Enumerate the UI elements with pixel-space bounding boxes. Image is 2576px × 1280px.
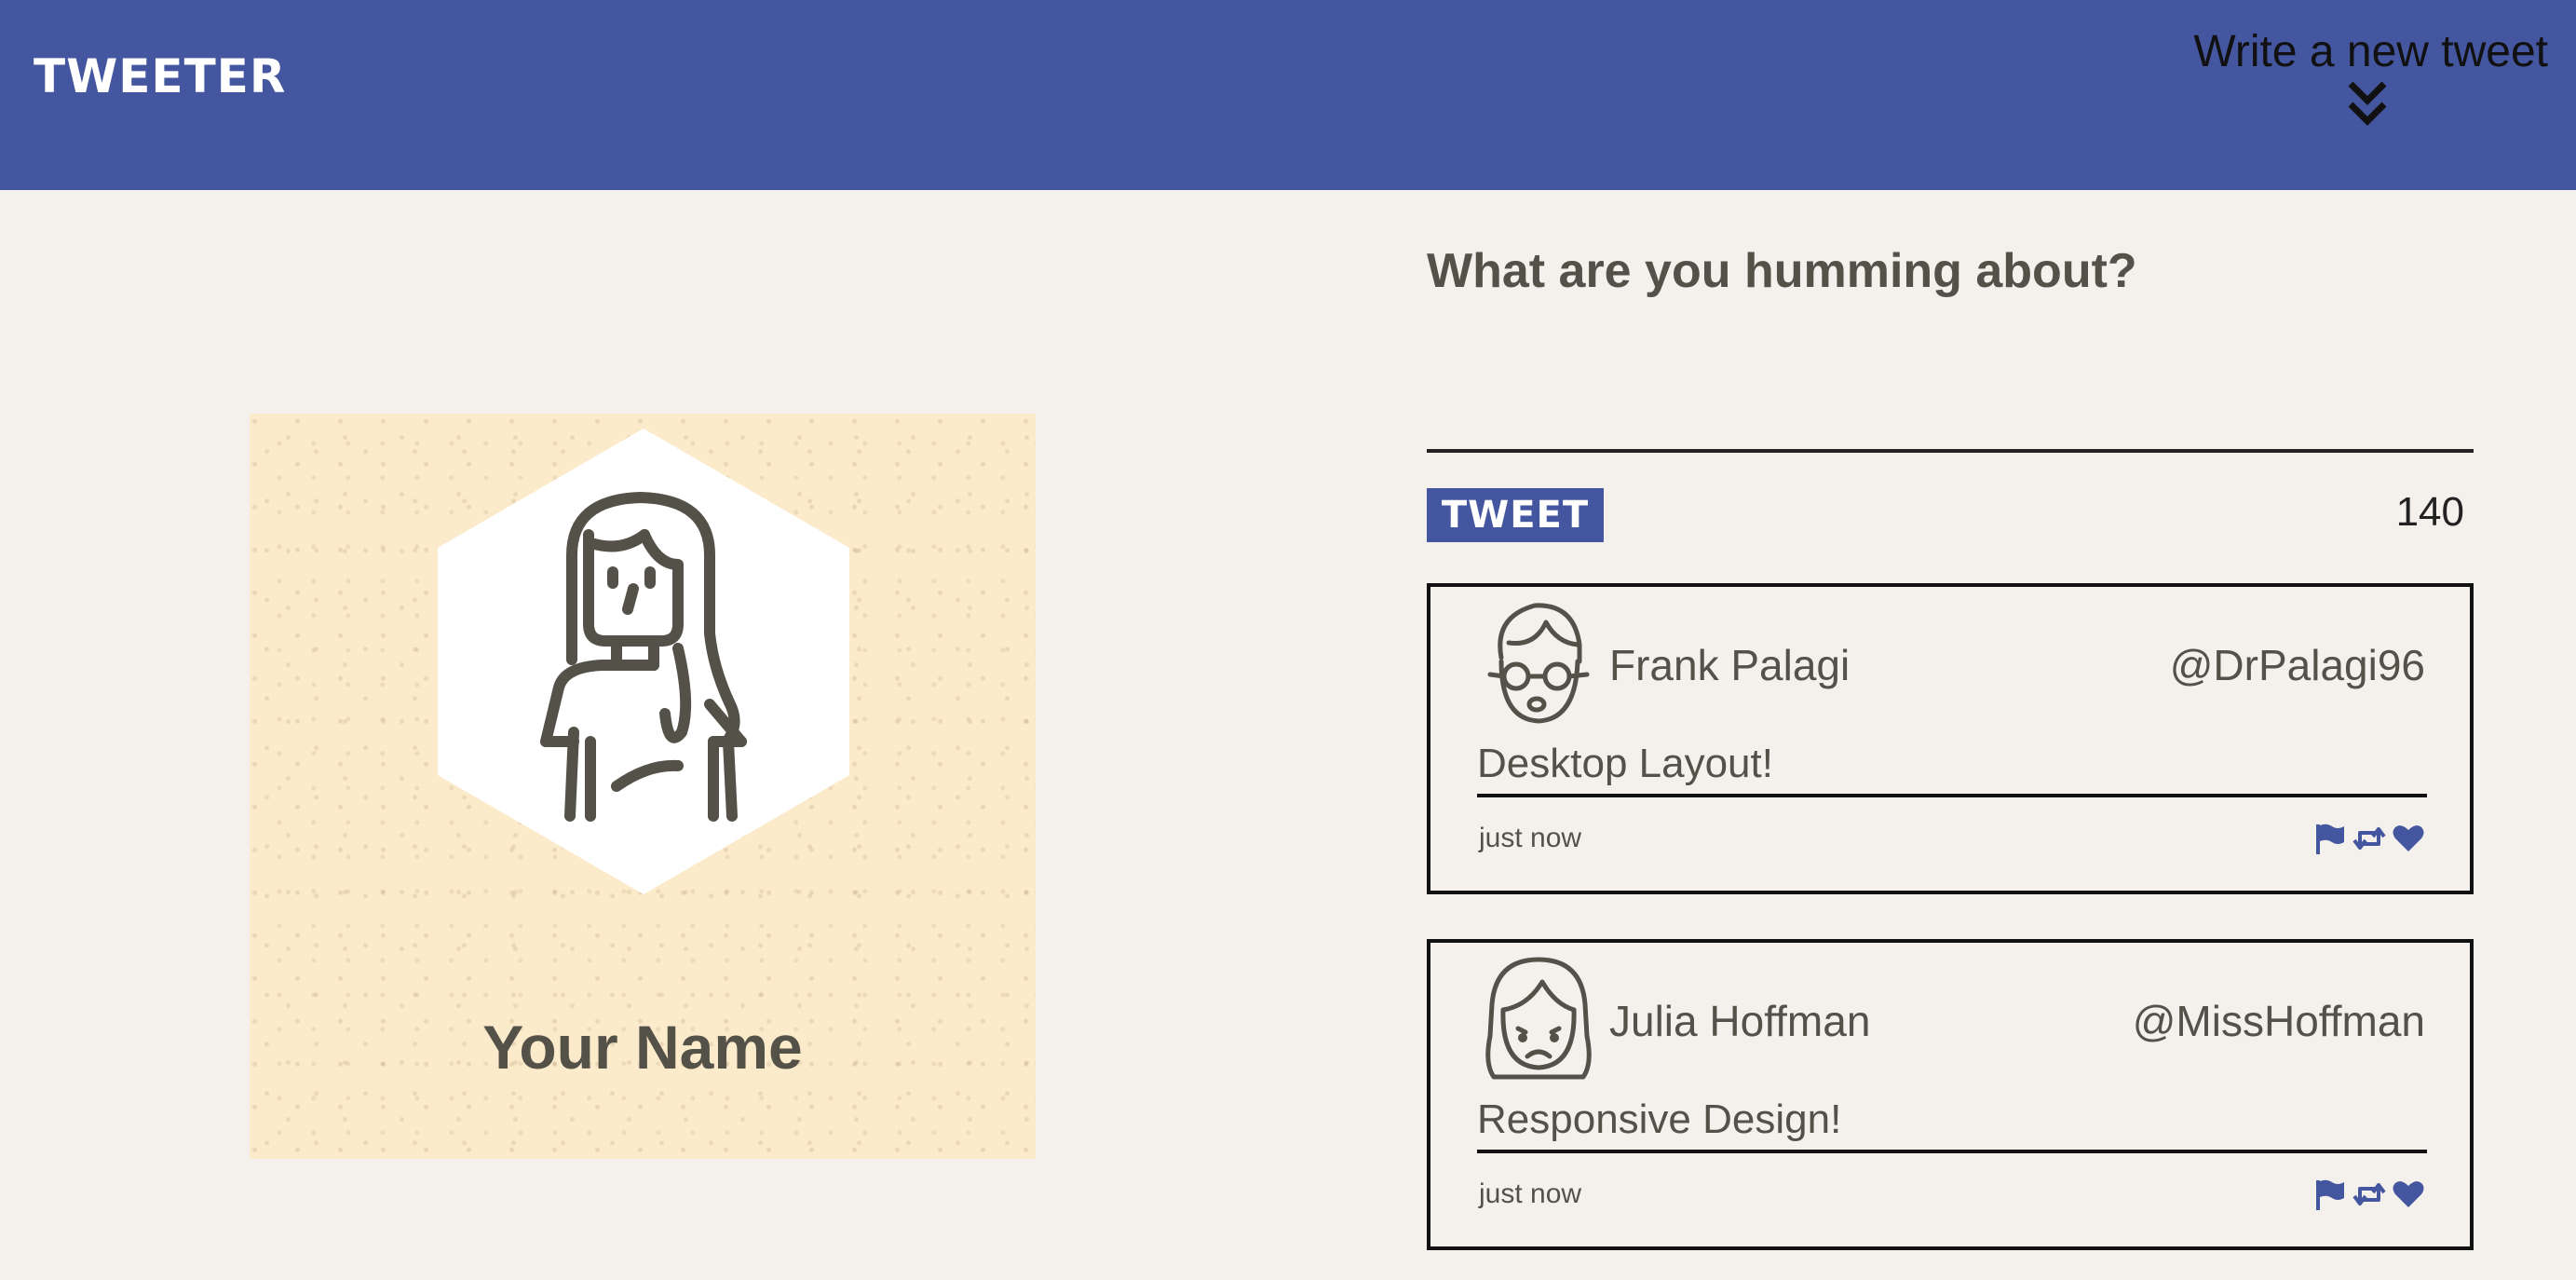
flag-icon[interactable] <box>2313 822 2347 855</box>
write-new-tweet-label[interactable]: Write a new tweet <box>2193 22 2548 82</box>
character-counter: 140 <box>2395 489 2464 535</box>
write-new-tweet-toggle[interactable]: Write a new tweet <box>2176 22 2548 134</box>
profile-name: Your Name <box>482 1013 803 1082</box>
man-with-glasses-avatar-icon <box>1487 603 1590 724</box>
composer-title: What are you humming about? <box>1427 244 2137 298</box>
tweet-author-name[interactable]: Julia Hoffman <box>1609 993 1870 1049</box>
top-nav: TWEETER Write a new tweet <box>0 0 2576 190</box>
app-logo[interactable]: TWEETER <box>34 48 286 104</box>
double-chevron-down-icon[interactable] <box>2347 80 2388 129</box>
tweet-actions <box>2313 1176 2425 1213</box>
tweet-actions <box>2313 820 2425 857</box>
tweet-card: Julia Hoffman @MissHoffman Responsive De… <box>1427 939 2474 1250</box>
tweet-author-handle[interactable]: @MissHoffman <box>2133 993 2425 1049</box>
heart-icon[interactable] <box>2392 1178 2425 1211</box>
tweet-text: Responsive Design! <box>1477 1092 2427 1153</box>
tweet-card: Frank Palagi @DrPalagi96 Desktop Layout!… <box>1427 583 2474 894</box>
tweet-timestamp: just now <box>1479 1178 1582 1209</box>
woman-avatar-icon <box>1485 957 1592 1080</box>
retweet-icon[interactable] <box>2352 1178 2386 1211</box>
profile-card: Your Name <box>250 414 1036 1159</box>
profile-avatar <box>438 429 849 894</box>
tweet-timestamp: just now <box>1479 823 1582 853</box>
tweet-input[interactable] <box>1427 326 2474 453</box>
retweet-icon[interactable] <box>2352 822 2386 855</box>
flag-icon[interactable] <box>2313 1178 2347 1211</box>
tweet-author-name[interactable]: Frank Palagi <box>1609 637 1850 693</box>
tweet-author-handle[interactable]: @DrPalagi96 <box>2170 637 2425 693</box>
tweet-submit-button[interactable]: TWEET <box>1427 488 1604 542</box>
tweet-text: Desktop Layout! <box>1477 736 2427 797</box>
heart-icon[interactable] <box>2392 822 2425 855</box>
